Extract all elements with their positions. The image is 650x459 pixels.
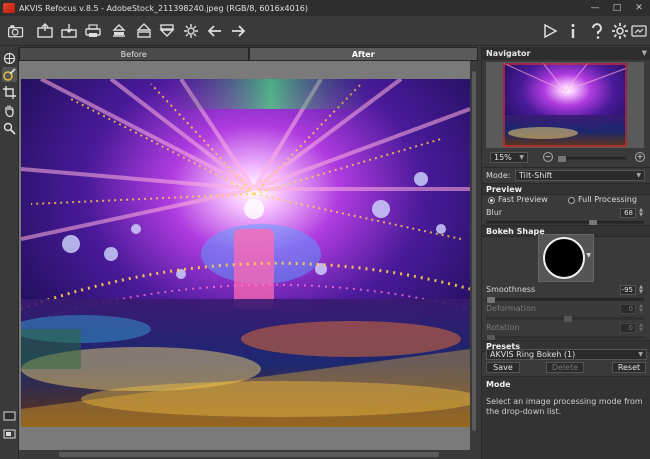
redo-arrow-icon[interactable]	[229, 22, 247, 40]
zoom-select[interactable]: 15% ▼	[490, 152, 528, 163]
batch-gear-icon[interactable]	[182, 22, 200, 40]
display-toggle-icon[interactable]	[2, 427, 17, 442]
deformation-slider-knob	[564, 316, 572, 322]
rotation-label: Rotation	[486, 323, 520, 332]
carousel-photo-image	[21, 79, 470, 427]
title-bar: AKVIS Refocus v.8.5 - AdobeStock_2113982…	[0, 0, 650, 16]
close-button[interactable]: ✕	[628, 0, 650, 16]
zoom-slider-knob[interactable]	[558, 156, 566, 162]
print-icon[interactable]	[84, 22, 102, 40]
blur-spinner-icon[interactable]: ▲ ▼	[638, 208, 644, 218]
smoothness-input[interactable]: -95	[620, 285, 636, 295]
undo-arrow-icon[interactable]	[206, 22, 224, 40]
app-logo-icon	[3, 3, 15, 13]
smoothness-slider[interactable]	[486, 297, 644, 303]
deformation-label: Deformation	[486, 304, 536, 313]
zoom-in-icon[interactable]: +	[635, 152, 645, 162]
crop-tool-icon[interactable]	[2, 85, 17, 100]
zoom-out-icon[interactable]: −	[543, 152, 553, 162]
smoothness-spinner-icon[interactable]: ▲ ▼	[638, 285, 644, 295]
left-toolbar	[0, 47, 19, 459]
background-color-swatch-icon[interactable]	[2, 409, 17, 424]
blur-label: Blur	[486, 208, 503, 217]
preset-dropdown-icon: ▼	[638, 351, 643, 358]
open-image-icon[interactable]	[36, 22, 54, 40]
tab-before[interactable]: Before	[19, 47, 249, 61]
deformation-slider	[486, 316, 644, 322]
full-processing-radio[interactable]	[568, 197, 575, 204]
deformation-input: 0	[620, 304, 636, 314]
save-preset-button[interactable]: Save	[486, 362, 520, 373]
import-preset-icon[interactable]	[135, 22, 153, 40]
mode-label: Mode:	[486, 171, 511, 180]
toolbar	[0, 16, 650, 46]
blur-slider[interactable]	[486, 220, 644, 226]
hand-tool-icon[interactable]	[2, 103, 17, 118]
navigator-header: Navigator ▼	[482, 47, 650, 60]
full-processing-label: Full Processing	[578, 195, 637, 204]
preset-value: AKVIS Ring Bokeh (1)	[490, 350, 576, 359]
info-icon[interactable]	[564, 22, 582, 40]
help-text: Select an image processing mode from the…	[486, 397, 643, 416]
mode-value: Tilt-Shift	[519, 171, 553, 180]
mode-dropdown-icon: ▼	[636, 172, 641, 179]
bokeh-ring-shape-icon	[543, 237, 585, 279]
feed-icon[interactable]	[630, 22, 648, 40]
rotation-slider	[486, 335, 644, 341]
settings-panel: Navigator ▼ 15% ▼ − + Mode: Tilt-Shift ▼…	[481, 47, 650, 459]
help-title: Mode	[486, 380, 511, 389]
reset-preset-button[interactable]: Reset	[612, 362, 646, 373]
rotation-spinner-icon: ▲ ▼	[639, 322, 643, 333]
fast-preview-radio[interactable]	[488, 197, 495, 204]
blur-input[interactable]: 68	[620, 208, 636, 218]
window-title: AKVIS Refocus v.8.5 - AdobeStock_2113982…	[19, 3, 308, 13]
zoom-dropdown-icon: ▼	[519, 154, 524, 161]
focus-move-tool-icon[interactable]	[2, 51, 17, 66]
zoom-tool-icon[interactable]	[2, 121, 17, 136]
navigator-title: Navigator	[486, 49, 531, 58]
navigator-thumbnail[interactable]	[503, 63, 627, 147]
help-panel: Mode Select an image processing mode fro…	[482, 376, 650, 459]
deformation-spinner-icon: ▲ ▼	[639, 303, 643, 314]
zoom-slider[interactable]	[557, 156, 626, 162]
export-preset-icon[interactable]	[158, 22, 176, 40]
fast-preview-label: Fast Preview	[498, 195, 548, 204]
smoothness-label: Smoothness	[486, 285, 536, 294]
vertical-scroll-thumb[interactable]	[472, 71, 476, 431]
delete-preset-button: Delete	[546, 362, 584, 373]
camera-logo-icon	[5, 22, 27, 40]
blur-brush-tool-icon[interactable]	[2, 67, 17, 82]
bokeh-dropdown-icon[interactable]: ▼	[586, 252, 591, 259]
bokeh-shape-selector[interactable]: ▼	[538, 234, 594, 282]
vertical-scrollbar[interactable]	[470, 61, 478, 450]
horizontal-scrollbar[interactable]	[19, 450, 478, 459]
preset-select[interactable]: AKVIS Ring Bokeh (1) ▼	[486, 349, 647, 360]
horizontal-scroll-thumb[interactable]	[59, 452, 439, 457]
mode-select[interactable]: Tilt-Shift ▼	[515, 170, 645, 181]
before-after-tabs: Before After	[19, 47, 478, 61]
app-window: AKVIS Refocus v.8.5 - AdobeStock_2113982…	[0, 0, 650, 459]
share-icon[interactable]	[110, 22, 128, 40]
minimize-button[interactable]: —	[584, 0, 606, 16]
run-play-icon[interactable]	[541, 22, 559, 40]
save-image-icon[interactable]	[60, 22, 78, 40]
image-preview[interactable]	[21, 79, 470, 427]
navigator-frame	[486, 62, 644, 148]
maximize-button[interactable]: □	[606, 0, 628, 16]
rotation-input: 0	[620, 323, 636, 333]
collapse-arrow-icon[interactable]: ▼	[642, 47, 647, 60]
settings-gear-icon[interactable]	[611, 22, 629, 40]
zoom-value: 15%	[494, 153, 512, 162]
help-icon[interactable]	[588, 22, 606, 40]
tab-after[interactable]: After	[248, 47, 478, 61]
